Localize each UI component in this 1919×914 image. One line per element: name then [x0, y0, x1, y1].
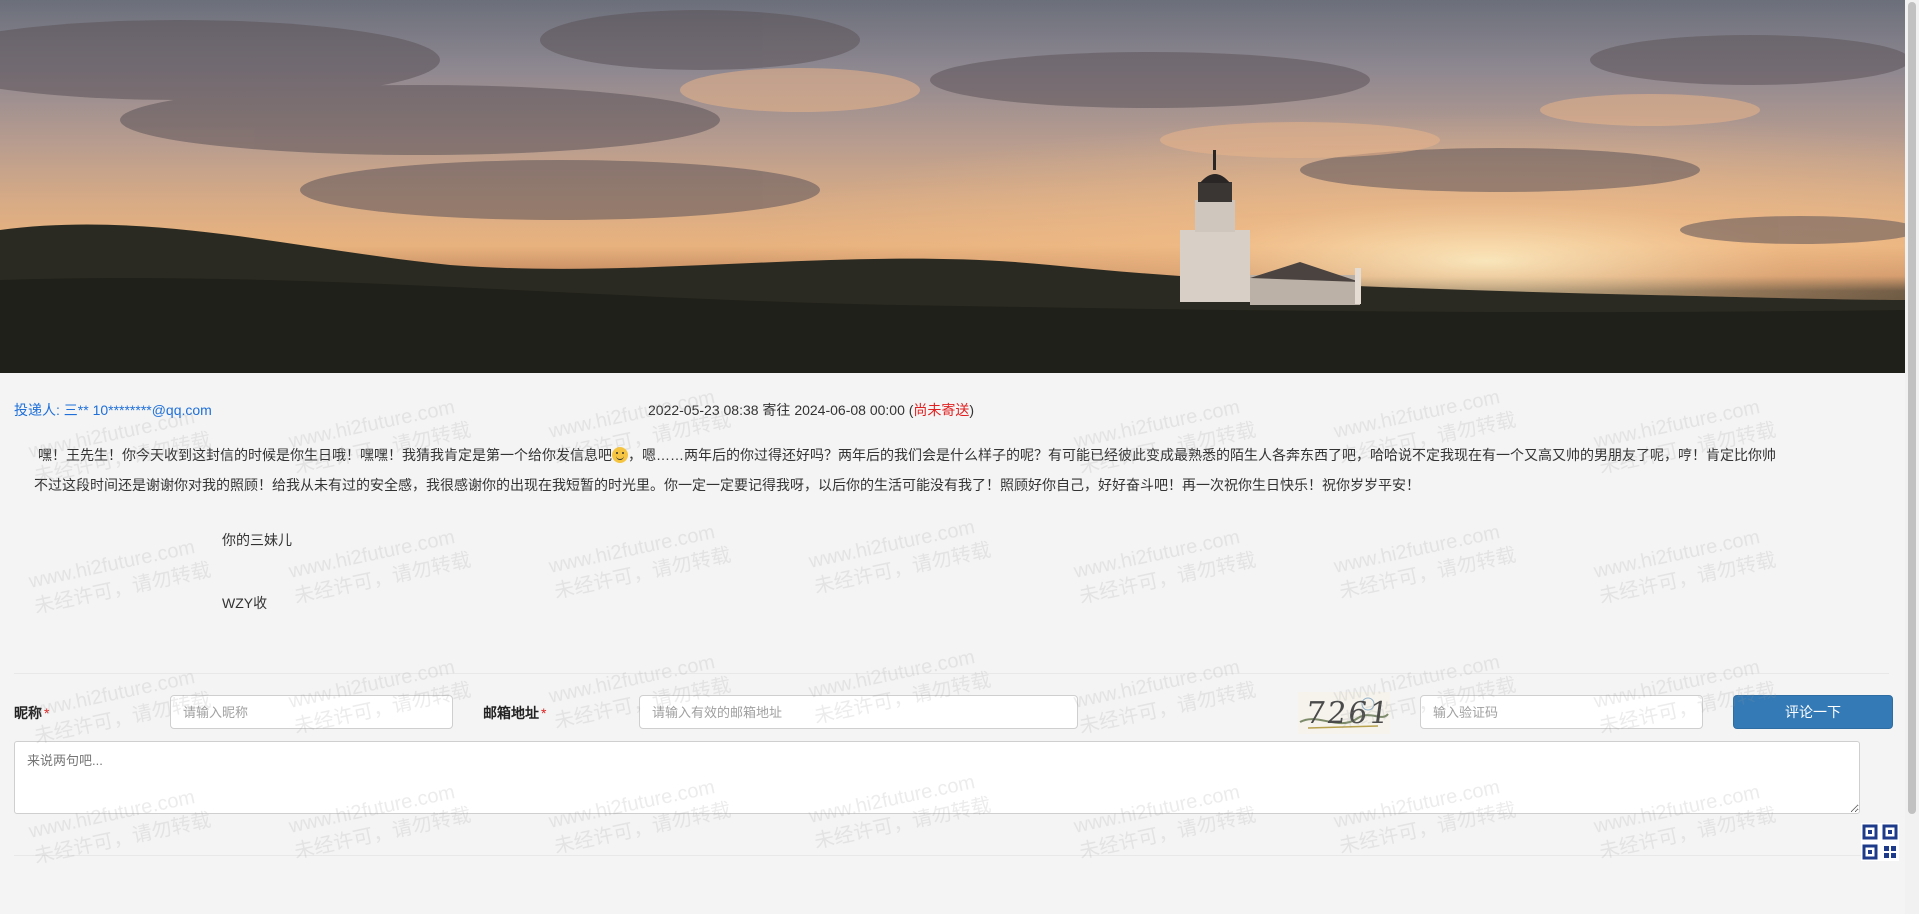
watermark: www.hi2future.com未经许可，请勿转载 [1332, 517, 1519, 605]
email-label-text: 邮箱地址 [483, 705, 539, 721]
captcha-input[interactable] [1420, 695, 1703, 729]
banner-landscape [0, 0, 1905, 373]
watermark-url: www.hi2future.com [1071, 526, 1242, 583]
watermark-url: www.hi2future.com [1591, 526, 1762, 583]
watermark-notice: 未经许可，请勿转载 [1077, 679, 1259, 739]
watermark: www.hi2future.com未经许可，请勿转载 [287, 522, 474, 610]
email-input[interactable] [639, 695, 1078, 729]
watermark-url: www.hi2future.com [26, 536, 197, 593]
qr-code-icon[interactable] [1860, 822, 1900, 862]
page: 投递人: 三** 10********@qq.com 2022-05-23 08… [0, 0, 1919, 914]
watermark-url: www.hi2future.com [286, 526, 457, 583]
watermark: www.hi2future.com未经许可，请勿转载 [547, 517, 734, 605]
watermark-url: www.hi2future.com [546, 521, 717, 578]
watermark-notice: 未经许可，请勿转载 [812, 539, 994, 599]
watermark: www.hi2future.com未经许可，请勿转载 [1072, 522, 1259, 610]
watermark: www.hi2future.com未经许可，请勿转载 [1072, 652, 1259, 740]
watermark-notice: 未经许可，请勿转载 [1597, 549, 1779, 609]
sender-link[interactable]: 投递人: 三** 10********@qq.com [14, 400, 212, 420]
letter-text-a: 嘿！王先生！你今天收到这封信的时候是你生日哦！嘿嘿！我猜我肯定是第一个给你发信息… [38, 447, 612, 463]
captcha-image[interactable]: 7261 [1298, 692, 1390, 734]
watermark-notice: 未经许可，请勿转载 [292, 549, 474, 609]
watermark-url: www.hi2future.com [1331, 521, 1502, 578]
watermark-url: www.hi2future.com [1331, 386, 1502, 443]
watermark: www.hi2future.com未经许可，请勿转载 [807, 512, 994, 600]
comment-textarea[interactable] [14, 741, 1860, 814]
letter-text-b: ，嗯……两年后的你过得还好吗？两年后的我们会是什么样子的呢？有可能已经彼此变成最… [628, 447, 1776, 463]
dates-close: ) [969, 402, 975, 418]
delivery-status: 尚未寄送 [913, 402, 970, 418]
send-dates: 2022-05-23 08:38 寄往 2024-06-08 00:00 (尚未… [648, 400, 974, 420]
captcha-text: 7261 [1303, 696, 1390, 731]
watermark-notice: 未经许可，请勿转载 [552, 544, 734, 604]
watermark: www.hi2future.com未经许可，请勿转载 [1592, 522, 1779, 610]
required-mark: * [44, 705, 50, 721]
letter-signature-from: 你的三妹儿 [222, 532, 292, 548]
divider [14, 855, 1889, 856]
letter-signature-to: WZY收 [222, 595, 268, 611]
required-mark: * [541, 705, 547, 721]
letter-paragraph-1: 嘿！王先生！你今天收到这封信的时候是你生日哦！嘿嘿！我猜我肯定是第一个给你发信息… [14, 444, 1876, 466]
letter-paragraph-2: 不过这段时间还是谢谢你对我的照顾！给我从未有过的安全感，我很感谢你的出现在我短暂… [34, 477, 1420, 493]
submit-comment-button[interactable]: 评论一下 [1733, 695, 1893, 729]
smile-emoji-icon [612, 447, 628, 463]
watermark-url: www.hi2future.com [806, 516, 977, 573]
watermark-url: www.hi2future.com [1071, 656, 1242, 713]
dates-text: 2022-05-23 08:38 寄往 2024-06-08 00:00 ( [648, 402, 914, 418]
email-label: 邮箱地址 * [483, 703, 546, 723]
scrollbar-thumb[interactable] [1908, 2, 1916, 814]
nickname-label-text: 昵称 [14, 705, 42, 721]
banner-image [0, 0, 1905, 373]
watermark-notice: 未经许可，请勿转载 [1337, 544, 1519, 604]
nickname-input[interactable] [170, 695, 453, 729]
nickname-label: 昵称 * [14, 703, 49, 723]
watermark-notice: 未经许可，请勿转载 [32, 809, 214, 869]
letter-body: 嘿！王先生！你今天收到这封信的时候是你生日哦！嘿嘿！我猜我肯定是第一个给你发信息… [14, 444, 1876, 496]
watermark-notice: 未经许可，请勿转载 [32, 559, 214, 619]
vertical-scrollbar[interactable] [1905, 0, 1919, 914]
divider [14, 673, 1889, 674]
watermark: www.hi2future.com未经许可，请勿转载 [27, 532, 214, 620]
watermark-notice: 未经许可，请勿转载 [1077, 549, 1259, 609]
